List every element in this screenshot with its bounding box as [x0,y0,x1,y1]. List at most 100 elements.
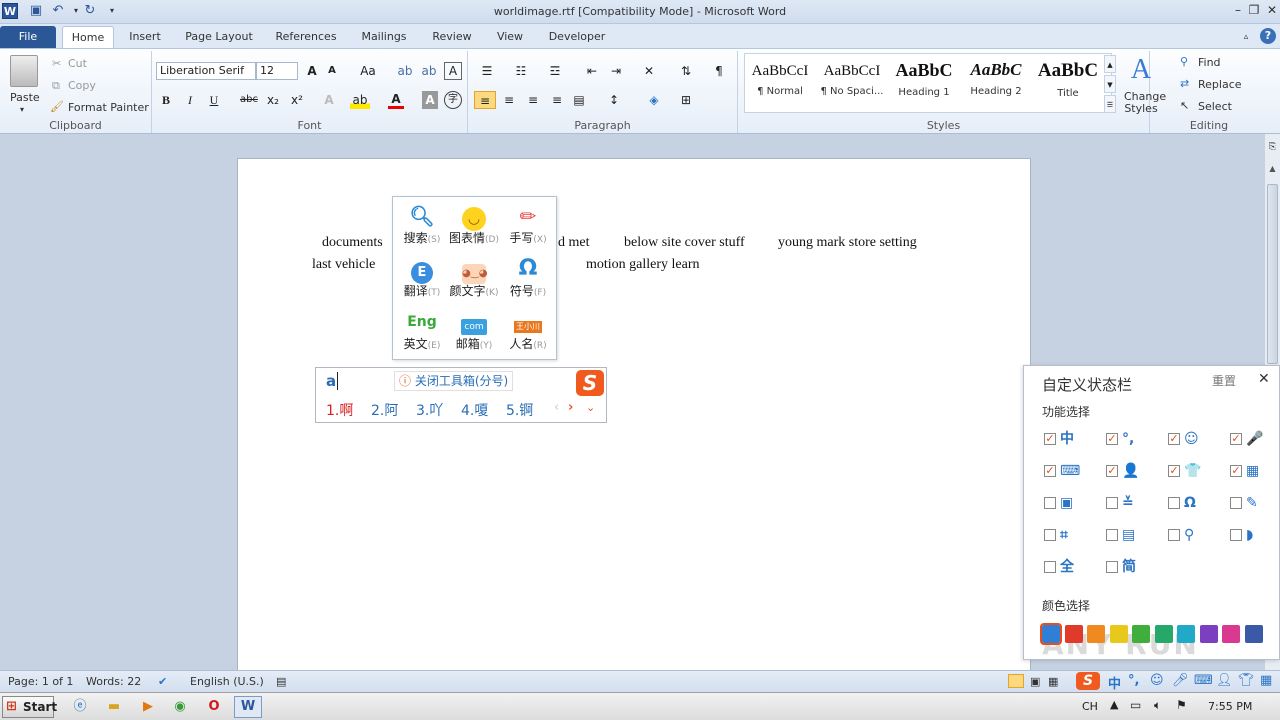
ime-close-toolbox-hint[interactable]: ⓘ 关闭工具箱(分号) [394,371,514,391]
language-indicator[interactable]: English (U.S.) [190,675,264,688]
scroll-up-icon[interactable]: ▲ [1267,164,1278,178]
ime-emoji-icon[interactable]: ☺ [1150,673,1164,688]
tab-view[interactable]: View [490,28,530,48]
tab-references[interactable]: References [268,28,344,48]
function-checkbox-11[interactable] [1168,497,1180,509]
function-checkbox-5[interactable]: ✓ [1044,465,1056,477]
underline-button[interactable]: U [206,91,222,109]
ime-candidate-5[interactable]: 5.锕 [506,400,533,420]
text-effects-icon[interactable]: A [320,91,338,109]
increase-indent-icon[interactable]: ⇥ [606,62,626,80]
style-title[interactable]: AaBbC Title [1032,57,1104,109]
paste-icon[interactable] [10,55,38,87]
align-right-icon[interactable]: ≡ [522,91,544,109]
paste-dropdown-icon[interactable]: ▾ [20,105,24,114]
color-swatch-9[interactable] [1222,625,1240,643]
align-left-icon[interactable]: ≡ [474,91,496,109]
tray-volume-icon[interactable]: 🔈︎ [1154,698,1161,713]
tray-expand-icon[interactable]: ▲ [1110,698,1118,711]
ime-expand-icon[interactable]: ⌄ [586,401,595,414]
shrink-font-icon[interactable]: A [324,62,340,80]
change-case-icon[interactable]: Aa [356,62,380,80]
tab-page-layout[interactable]: Page Layout [180,28,258,48]
tab-home[interactable]: Home [62,26,114,49]
ime-chinese-mode-icon[interactable]: 中 [1108,673,1121,692]
function-checkbox-6[interactable]: ✓ [1106,465,1118,477]
chrome-icon[interactable]: ◉ [166,696,194,718]
ime-candidate-4[interactable]: 4.嗄 [461,400,488,420]
font-name-box[interactable]: Liberation Serif [156,62,256,80]
subscript-button[interactable]: x₂ [264,91,282,109]
tab-mailings[interactable]: Mailings [354,28,414,48]
ime-tool-translate[interactable]: E 翻译(T) [395,252,449,304]
ime-tool-symbol[interactable]: Ω 符号(F) [501,252,555,304]
function-checkbox-17[interactable] [1044,561,1056,573]
character-shading-icon[interactable]: A [422,91,438,109]
color-swatch-5[interactable] [1132,625,1150,643]
web-layout-icon[interactable]: ▦ [1048,675,1058,688]
line-spacing-icon[interactable]: ↕ [602,91,626,109]
highlight-icon[interactable]: ab [350,91,370,109]
styles-scroll-down-icon[interactable]: ▼ [1104,75,1116,93]
close-icon[interactable]: ✕ [1262,2,1280,18]
enclose-characters-icon[interactable]: 字 [444,91,462,109]
function-checkbox-9[interactable] [1044,497,1056,509]
multilevel-list-icon[interactable]: ☲ [544,62,566,80]
explorer-icon[interactable]: ▬ [100,696,128,718]
borders-icon[interactable]: ⊞ [674,91,698,109]
opera-icon[interactable]: O [200,696,228,718]
numbering-icon[interactable]: ☷ [510,62,532,80]
function-checkbox-1[interactable]: ✓ [1044,433,1056,445]
clear-format-icon[interactable]: ab [396,62,414,80]
sogou-logo-icon[interactable]: S [576,370,604,396]
function-checkbox-7[interactable]: ✓ [1168,465,1180,477]
shading-icon[interactable]: ◈ [642,91,666,109]
lang-indicator[interactable]: CH [1082,700,1098,713]
panel-close-icon[interactable]: ✕ [1258,371,1270,387]
function-checkbox-2[interactable]: ✓ [1106,433,1118,445]
style-normal[interactable]: AaBbCcI ¶ Normal [744,57,816,109]
function-checkbox-15[interactable] [1168,529,1180,541]
ime-skin-icon[interactable]: 👕︎ [1238,673,1255,688]
tab-file[interactable]: File [0,26,56,48]
function-checkbox-3[interactable]: ✓ [1168,433,1180,445]
function-checkbox-13[interactable] [1044,529,1056,541]
clock[interactable]: 7:55 PM [1208,700,1252,713]
sogou-status-logo[interactable]: S [1076,672,1100,690]
ime-tool-kaomoji[interactable]: ◕‿◕ 颜文字(K) [447,252,501,304]
color-swatch-7[interactable] [1177,625,1195,643]
ime-tool-person[interactable]: 王小川 人名(R) [501,305,555,357]
function-checkbox-16[interactable] [1230,529,1242,541]
ime-tool-handwrite[interactable]: ✏ 手写(X) [501,199,555,251]
word-taskbar-icon[interactable]: W [234,696,262,718]
ime-candidate-2[interactable]: 2.阿 [371,400,398,420]
ime-tool-email[interactable]: com 邮箱(Y) [447,305,501,357]
scroll-thumb[interactable] [1267,184,1278,364]
ime-input-text[interactable]: a [326,372,339,390]
ruler-toggle-icon[interactable]: ⎘ [1267,142,1278,156]
tab-insert[interactable]: Insert [122,28,168,48]
color-swatch-6[interactable] [1154,625,1173,643]
change-styles-icon[interactable]: A [1126,55,1156,85]
format-painter-button[interactable]: Format Painter [68,101,149,114]
media-player-icon[interactable]: ▶ [134,696,162,718]
italic-button[interactable]: I [182,91,198,109]
minimize-ribbon-icon[interactable]: ▵ [1238,28,1254,48]
macro-icon[interactable]: ▤ [276,675,286,688]
show-marks-button[interactable]: ¶ [710,62,728,80]
proofing-icon[interactable]: ✔ [158,675,167,688]
bullets-icon[interactable]: ☰ [476,62,498,80]
function-checkbox-12[interactable] [1230,497,1242,509]
ime-prev-page-icon[interactable]: ‹ [554,400,559,415]
cut-button[interactable]: Cut [68,57,87,70]
ime-tool-emoticon[interactable]: ◡ 图表情(D) [447,199,501,251]
style-heading-1[interactable]: AaBbC Heading 1 [888,57,960,109]
tab-review[interactable]: Review [424,28,480,48]
ime-candidate-1[interactable]: 1.啊 [326,400,353,420]
distributed-icon[interactable]: ▤ [568,91,590,109]
decrease-indent-icon[interactable]: ⇤ [582,62,602,80]
sort-icon[interactable]: ⇅ [676,62,696,80]
color-swatch-2[interactable] [1064,625,1083,643]
color-swatch-8[interactable] [1199,625,1218,643]
color-swatch-10[interactable] [1244,625,1263,643]
